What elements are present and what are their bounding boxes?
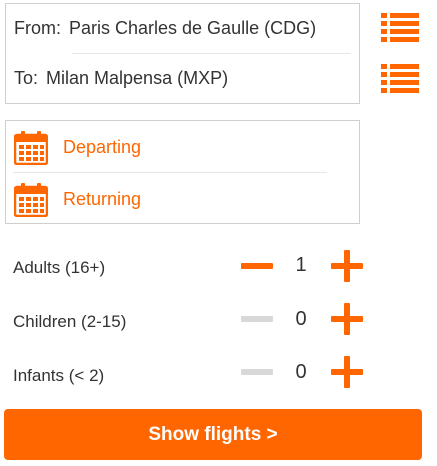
children-plus-button[interactable] [331,303,363,335]
to-field[interactable]: To: Milan Malpensa (MXP) [14,68,228,89]
returning-label: Returning [63,189,142,209]
adults-plus-button[interactable] [331,250,363,282]
route-panel: From: Paris Charles de Gaulle (CDG) To: Mi… [5,3,360,104]
infants-label: Infants (< 2) [13,366,105,385]
infants-minus-button[interactable] [241,356,273,388]
children-minus-button[interactable] [241,303,273,335]
from-airport: Paris Charles de Gaulle (CDG) [69,18,317,38]
from-airport-list-icon[interactable] [381,13,419,43]
dates-divider [13,172,327,173]
calendar-icon [14,131,48,165]
to-airport-list-icon[interactable] [381,64,419,94]
adults-label: Adults (16+) [13,258,106,277]
children-count: 0 [295,308,307,330]
infants-count: 0 [295,361,307,383]
departing-label: Departing [63,137,142,157]
route-divider [72,53,351,54]
calendar-icon [14,183,48,217]
dates-panel: Departing Returning [5,120,360,224]
minus-icon [241,263,273,269]
from-field[interactable]: From: Paris Charles de Gaulle (CDG) [14,18,316,39]
adults-count: 1 [295,254,307,276]
to-label: To: [14,68,39,88]
plus-icon [331,250,363,282]
children-label: Children (2-15) [13,312,127,331]
minus-icon [241,369,273,375]
returning-date-field[interactable]: Returning [12,177,342,223]
plus-icon [331,356,363,388]
plus-icon [331,303,363,335]
adults-minus-button[interactable] [241,250,273,282]
infants-plus-button[interactable] [331,356,363,388]
minus-icon [241,316,273,322]
departing-date-field[interactable]: Departing [12,125,342,171]
show-flights-button[interactable]: Show flights > [4,409,422,460]
to-airport: Milan Malpensa (MXP) [46,68,229,88]
from-label: From: [14,18,61,38]
